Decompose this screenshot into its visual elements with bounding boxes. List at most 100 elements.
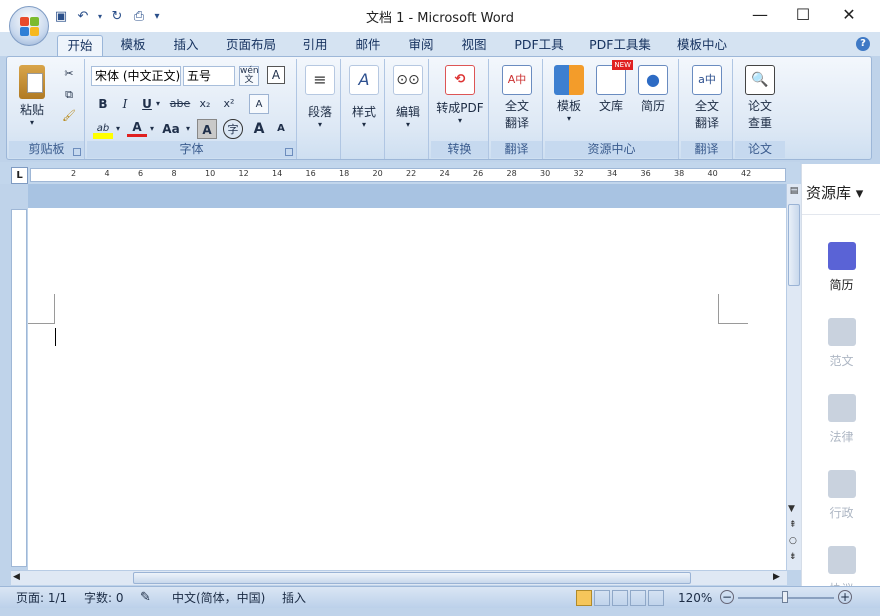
- tab-template-center[interactable]: 模板中心: [668, 35, 736, 56]
- next-page-icon[interactable]: ⇟: [789, 552, 797, 562]
- full-screen-view-icon[interactable]: [594, 590, 610, 606]
- underline-dropdown-icon[interactable]: ▾: [153, 94, 163, 114]
- resume-button[interactable]: ● 简历: [633, 65, 673, 114]
- side-item-law[interactable]: 法律: [802, 394, 880, 445]
- highlight-button[interactable]: ab: [93, 119, 113, 139]
- library-button[interactable]: NEW 文库: [591, 60, 633, 114]
- font-color-button[interactable]: A: [127, 119, 147, 137]
- change-case-button[interactable]: Aa: [159, 119, 183, 139]
- cut-icon[interactable]: ✂: [59, 65, 79, 83]
- convert-pdf-button[interactable]: ⟲ 转成PDF ▾: [433, 65, 487, 125]
- scroll-left-arrow[interactable]: ◀: [13, 572, 20, 582]
- tab-pdf-toolset[interactable]: PDF工具集: [582, 35, 658, 56]
- font-size-select[interactable]: 五号: [183, 66, 235, 86]
- prev-page-icon[interactable]: ⇞: [789, 520, 797, 530]
- insert-mode[interactable]: 插入: [282, 590, 306, 606]
- ruler-number: 6: [138, 169, 144, 178]
- ribbon: 粘贴 ▾ ✂ ⧉ 🖌 剪贴板 宋体 (中文正文) 五号 wén 文 A B I …: [6, 56, 872, 160]
- close-button[interactable]: ✕: [829, 4, 869, 26]
- clipboard-launcher-icon[interactable]: [73, 148, 81, 156]
- tab-insert[interactable]: 插入: [163, 35, 209, 56]
- page-count[interactable]: 页面: 1/1: [16, 590, 67, 606]
- side-item-agreement[interactable]: 协议: [802, 546, 880, 586]
- language-indicator[interactable]: 中文(简体，中国): [172, 590, 265, 606]
- paper-check-button[interactable]: 🔍 论文 查重: [737, 65, 783, 131]
- group-editing[interactable]: ⊙⊙ 编辑 ▾: [387, 59, 429, 159]
- side-item-sample-essay[interactable]: 范文: [802, 318, 880, 369]
- superscript-button[interactable]: x²: [219, 94, 239, 114]
- tab-stop-selector[interactable]: L: [11, 167, 28, 184]
- shrink-font-button[interactable]: A: [271, 119, 291, 139]
- vertical-scrollbar[interactable]: ▤ ▼ ⇞ ○ ⇟: [786, 184, 801, 570]
- font-launcher-icon[interactable]: [285, 148, 293, 156]
- ruler-number: 26: [473, 169, 484, 178]
- font-color-dropdown-icon[interactable]: ▾: [147, 119, 157, 139]
- ruler-toggle-icon[interactable]: ▤: [788, 186, 800, 198]
- maximize-button[interactable]: ☐: [783, 4, 823, 26]
- sample-essay-icon: [827, 318, 856, 346]
- proofing-icon[interactable]: ✎: [140, 590, 151, 606]
- group-translate: A中 全文 翻译 翻译: [491, 59, 543, 159]
- highlight-dropdown-icon[interactable]: ▾: [113, 119, 123, 139]
- format-painter-icon[interactable]: 🖌: [59, 107, 79, 125]
- full-translate-button[interactable]: A中 全文 翻译: [493, 65, 541, 131]
- paragraph-icon: ≡: [305, 65, 335, 95]
- change-case-dropdown-icon[interactable]: ▾: [183, 119, 193, 139]
- template-button[interactable]: 模板 ▾: [549, 65, 589, 123]
- subscript-button[interactable]: x₂: [195, 94, 215, 114]
- horizontal-scroll-thumb[interactable]: [133, 572, 691, 584]
- vertical-scroll-thumb[interactable]: [788, 204, 800, 286]
- horizontal-ruler[interactable]: 2 4 6 8 10 12 14 16 18 20 22 24 26 28 30 32 34 36 38 40 42: [30, 168, 786, 182]
- group-label-convert: 转换: [431, 141, 488, 158]
- tab-pdf-tools[interactable]: PDF工具: [508, 35, 570, 56]
- enclose-char-button[interactable]: 字: [223, 119, 243, 139]
- clear-format-button[interactable]: A: [249, 94, 269, 114]
- tab-references[interactable]: 引用: [292, 35, 338, 56]
- editing-button[interactable]: ⊙⊙ 编辑 ▾: [390, 65, 426, 129]
- tab-review[interactable]: 审阅: [398, 35, 444, 56]
- copy-icon[interactable]: ⧉: [59, 86, 79, 104]
- group-paragraph[interactable]: ≡ 段落 ▾: [299, 59, 341, 159]
- styles-button[interactable]: A 样式 ▾: [346, 65, 382, 129]
- zoom-out-icon[interactable]: −: [720, 590, 734, 604]
- translate-2-label-1: 全文: [694, 99, 719, 113]
- help-icon[interactable]: ?: [856, 37, 870, 51]
- office-button[interactable]: [9, 6, 49, 46]
- web-layout-view-icon[interactable]: [612, 590, 628, 606]
- browse-object-icon[interactable]: ○: [789, 536, 797, 546]
- italic-button[interactable]: I: [115, 94, 135, 114]
- vertical-ruler[interactable]: [11, 209, 27, 567]
- full-translate-2-button[interactable]: a中 全文 翻译: [683, 65, 731, 131]
- paste-button[interactable]: 粘贴 ▾: [15, 65, 49, 127]
- strikethrough-button[interactable]: abe: [167, 94, 193, 114]
- draft-view-icon[interactable]: [648, 590, 664, 606]
- print-layout-view-icon[interactable]: [576, 590, 592, 606]
- char-border-button[interactable]: A: [267, 66, 285, 84]
- tab-view[interactable]: 视图: [451, 35, 497, 56]
- phonetic-guide-button[interactable]: wén 文: [239, 66, 259, 86]
- scroll-down-arrow[interactable]: ▼: [788, 504, 795, 514]
- ruler-number: 12: [238, 169, 249, 178]
- zoom-in-icon[interactable]: +: [838, 590, 852, 604]
- minimize-button[interactable]: —: [740, 4, 780, 26]
- outline-view-icon[interactable]: [630, 590, 646, 606]
- tab-mailings[interactable]: 邮件: [345, 35, 391, 56]
- tab-home[interactable]: 开始: [57, 35, 103, 56]
- scroll-right-arrow[interactable]: ▶: [773, 572, 780, 582]
- side-item-admin[interactable]: 行政: [802, 470, 880, 521]
- side-panel-title[interactable]: 资源库 ▾: [806, 182, 863, 203]
- tab-templates[interactable]: 模板: [110, 35, 156, 56]
- paragraph-button[interactable]: ≡ 段落 ▾: [302, 65, 338, 129]
- bold-button[interactable]: B: [93, 94, 113, 114]
- char-shading-button[interactable]: A: [197, 119, 217, 139]
- font-name-select[interactable]: 宋体 (中文正文): [91, 66, 181, 86]
- document-page[interactable]: [28, 208, 786, 570]
- grow-font-button[interactable]: A: [249, 119, 269, 139]
- side-item-resume[interactable]: 简历: [802, 242, 880, 293]
- zoom-level[interactable]: 120%: [678, 590, 712, 606]
- group-styles[interactable]: A 样式 ▾: [343, 59, 385, 159]
- horizontal-scrollbar[interactable]: ◀ ▶: [11, 570, 787, 585]
- zoom-slider-thumb[interactable]: [782, 591, 788, 603]
- tab-page-layout[interactable]: 页面布局: [220, 35, 282, 56]
- word-count[interactable]: 字数: 0: [84, 590, 124, 606]
